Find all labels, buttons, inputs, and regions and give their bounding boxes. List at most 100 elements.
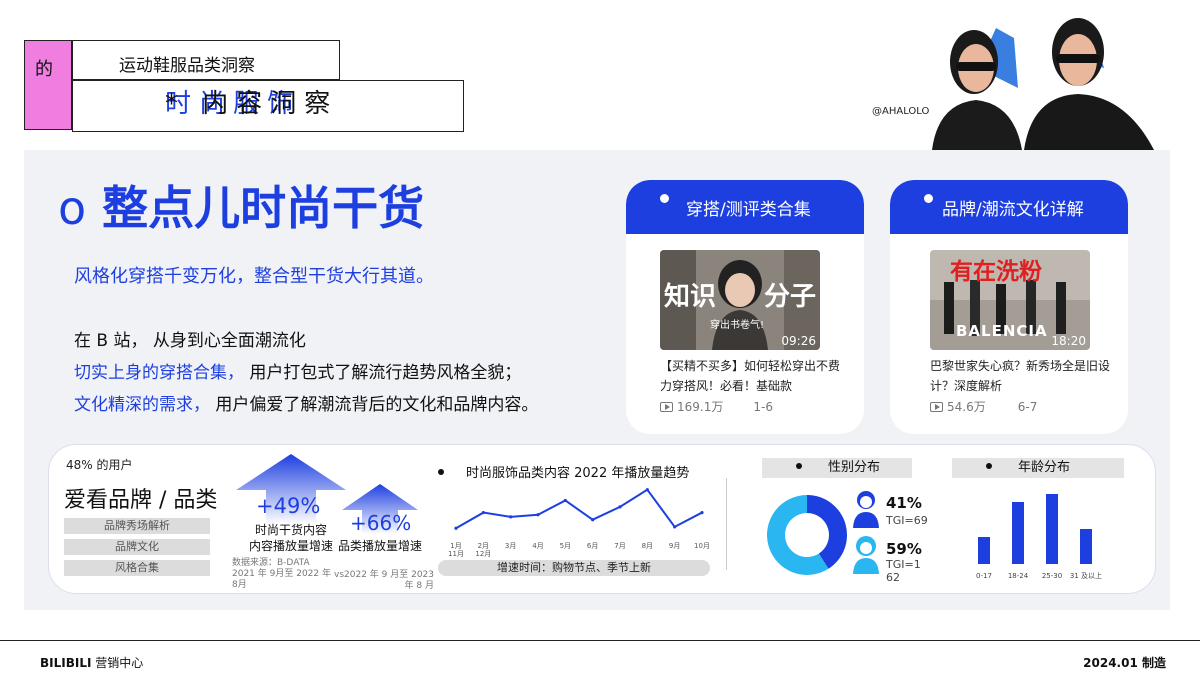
trend-x-tick: 5月 bbox=[560, 542, 571, 550]
users-heading: 爱看品牌 / 品类 bbox=[64, 488, 218, 513]
trend-point bbox=[563, 498, 567, 503]
trend-x-subtick: 12月 bbox=[475, 550, 491, 558]
card-header: 品牌/潮流文化详解 bbox=[890, 180, 1128, 234]
bullet-icon bbox=[438, 469, 444, 475]
episode-range: 1-6 bbox=[753, 400, 773, 414]
gender-donut-chart bbox=[767, 495, 847, 575]
bullet-icon bbox=[660, 194, 669, 203]
trend-x-tick: 4月 bbox=[532, 542, 543, 550]
female-pct: 59% bbox=[886, 540, 922, 558]
hero-line-2-rest: 用户打包式了解流行趋势风格全貌； bbox=[244, 363, 522, 383]
tag-item: 风格合集 bbox=[64, 560, 210, 576]
growth-source-1: 数据来源：B-DATA 2021 年 9月至 2022 年 8月 bbox=[232, 558, 331, 590]
footer-divider bbox=[0, 640, 1200, 641]
header-title-box: 时尚服饰 * 内容洞察 bbox=[72, 80, 464, 132]
trend-point bbox=[591, 518, 595, 522]
play-count-icon bbox=[660, 402, 673, 412]
hero-line-3-rest: 用户偏爱了解潮流背后的文化和品牌内容。 bbox=[210, 395, 539, 415]
growth-source-2: vs2022 年 9 月至 2023 年 8 月 bbox=[334, 570, 434, 591]
video-title[interactable]: 巴黎世家失心疯？新秀场全是旧设计？深度解析 bbox=[930, 356, 1110, 396]
view-count: 54.6万 bbox=[947, 400, 986, 414]
age-bar-chart: 0-17 18-24 25-30 31 及以上 bbox=[976, 494, 1102, 580]
tag-item: 品牌文化 bbox=[64, 539, 210, 555]
hero-lead: 风格化穿搭千变万化，整合型干货大行其道。 bbox=[74, 266, 434, 287]
footer-left: BILIBILI 营销中心 bbox=[40, 654, 143, 671]
trend-point bbox=[700, 510, 704, 515]
view-count: 169.1万 bbox=[677, 400, 724, 414]
tag-item: 品牌秀场解析 bbox=[64, 518, 210, 534]
trend-title-text: 时尚服饰品类内容 2022 年播放量趋势 bbox=[466, 466, 690, 481]
trend-x-tick: 2月 bbox=[478, 542, 489, 550]
male-pct: 41% bbox=[886, 494, 922, 512]
age-title-text: 年龄分布 bbox=[1018, 460, 1071, 475]
age-bar bbox=[1046, 494, 1058, 564]
gender-title-text: 性别分布 bbox=[828, 460, 881, 475]
age-tick-label: 0-17 bbox=[976, 572, 992, 580]
header-tag: 的 bbox=[35, 59, 53, 80]
hero-line-3: 文化精深的需求， 用户偏爱了解潮流背后的文化和品牌内容。 bbox=[74, 390, 538, 415]
video-duration: 18:20 bbox=[1051, 334, 1086, 348]
bullet-icon bbox=[924, 194, 933, 203]
header-title-rest: * 内容洞察 bbox=[165, 89, 339, 119]
growth-caption-1: 时尚干货内容 内容播放量增速 bbox=[248, 523, 333, 553]
female-icon bbox=[853, 536, 879, 574]
trend-point bbox=[536, 513, 540, 517]
photo-handle: @AHALOLO bbox=[872, 106, 930, 117]
card-title: 穿搭/测评类合集 bbox=[686, 200, 811, 220]
card-header: 穿搭/测评类合集 bbox=[626, 180, 864, 234]
hero-line-2: 切实上身的穿搭合集， 用户打包式了解流行趋势风格全貌； bbox=[74, 358, 521, 383]
hero-heading: o 整点儿时尚干货 bbox=[58, 172, 424, 238]
thumbnail-text-right: 分子 bbox=[763, 282, 816, 312]
video-thumbnail[interactable]: 有在洗粉 BALENCIA 18:20 bbox=[930, 250, 1090, 350]
growth-value-2: +66% bbox=[350, 511, 412, 535]
card-title: 品牌/潮流文化详解 bbox=[942, 200, 1084, 220]
trend-point bbox=[618, 505, 622, 509]
gender-title: 性别分布 bbox=[762, 458, 912, 478]
hero-bullet: o bbox=[58, 181, 87, 235]
thumbnail-text-left: 知识 bbox=[664, 282, 717, 312]
trend-title: 时尚服饰品类内容 2022 年播放量趋势 bbox=[438, 462, 689, 481]
trend-x-tick: 10月 bbox=[694, 542, 710, 550]
footer-dept: 营销中心 bbox=[91, 656, 144, 670]
age-bar bbox=[978, 537, 990, 564]
video-thumbnail[interactable]: 知识 分子 穿出书卷气! 09:26 bbox=[660, 250, 820, 350]
growth-caption-2: 品类播放量增速 bbox=[338, 539, 423, 553]
thumbnail-subtext: 穿出书卷气! bbox=[710, 320, 765, 331]
video-title[interactable]: 【买精不买多】如何轻松穿出不费力穿搭风！必看！基础款 bbox=[660, 356, 840, 396]
trend-point bbox=[645, 488, 649, 492]
age-bar bbox=[1080, 529, 1092, 564]
female-tgi: TGI=162 bbox=[886, 558, 921, 584]
trend-x-tick: 7月 bbox=[614, 542, 625, 550]
thumbnail-text-bottom: BALENCIA bbox=[956, 322, 1048, 340]
trend-note: 增速时间：购物节点、季节上新 bbox=[438, 560, 710, 576]
age-tick-label: 18-24 bbox=[1008, 572, 1029, 580]
bullet-icon bbox=[796, 463, 802, 469]
male-tgi: TGI=69 bbox=[886, 514, 928, 527]
trend-point bbox=[673, 525, 677, 529]
age-title: 年龄分布 bbox=[952, 458, 1124, 478]
trend-point bbox=[454, 526, 458, 530]
episode-range: 6-7 bbox=[1017, 400, 1038, 414]
thumbnail-text-top: 有在洗粉 bbox=[950, 259, 1042, 285]
trend-x-tick: 1月 bbox=[450, 542, 461, 550]
trend-x-subtick: 11月 bbox=[448, 550, 464, 558]
hero-line-2-blue: 切实上身的穿搭合集， bbox=[74, 363, 244, 383]
trend-x-tick: 6月 bbox=[587, 542, 598, 550]
video-meta: 54.6万 6-7 bbox=[930, 398, 1037, 415]
video-duration: 09:26 bbox=[781, 334, 816, 348]
male-icon bbox=[853, 491, 879, 528]
trend-point bbox=[481, 510, 485, 515]
header-subtitle: 运动鞋服品类洞察 bbox=[119, 56, 255, 76]
video-card-brand[interactable]: 品牌/潮流文化详解 有在洗粉 BALENCIA 18:20 巴黎世家失心疯？新秀… bbox=[890, 180, 1128, 434]
play-count-icon bbox=[930, 402, 943, 412]
growth-value-1: +49% bbox=[256, 494, 321, 518]
footer-brand: BILIBILI bbox=[40, 656, 92, 670]
video-meta: 169.1万 1-6 bbox=[660, 398, 773, 415]
age-bar bbox=[1012, 502, 1024, 564]
trend-x-tick: 8月 bbox=[642, 542, 653, 550]
video-card-outfits[interactable]: 穿搭/测评类合集 知识 分子 穿出书卷气! 09:26 【买精不买多】如何轻松穿… bbox=[626, 180, 864, 434]
trend-series-line bbox=[455, 488, 703, 530]
bullet-icon bbox=[986, 463, 992, 469]
footer-date: 2024.01 制造 bbox=[1083, 656, 1166, 670]
trend-x-tick: 9月 bbox=[669, 542, 680, 550]
